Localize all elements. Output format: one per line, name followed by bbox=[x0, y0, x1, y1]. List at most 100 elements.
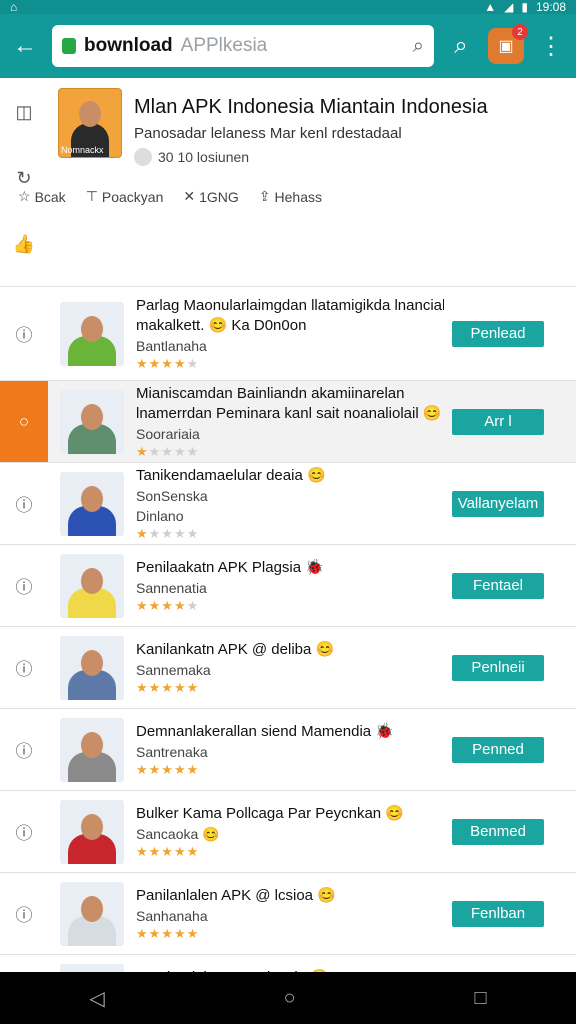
search-input[interactable]: bownload APPlkesia ⌕ bbox=[52, 25, 434, 67]
list-item[interactable]: ⓘ Bulker Kama Pollcaga Par Peycnkan 😊 Sa… bbox=[0, 791, 576, 873]
search-icon[interactable]: ⌕ bbox=[444, 29, 478, 63]
chip-poackyan[interactable]: ⊤ Poackyan bbox=[86, 188, 164, 205]
notification-badge: 2 bbox=[512, 24, 528, 40]
person-head bbox=[81, 731, 103, 758]
star-icon: ☆ bbox=[18, 188, 31, 204]
app-info: Mianiscamdan Bainliandn akamiinarelan ln… bbox=[136, 384, 444, 460]
notifications-button[interactable]: ▣ 2 bbox=[488, 24, 528, 64]
status-time: 19:08 bbox=[535, 0, 566, 14]
more-menu-icon[interactable]: ⋮ bbox=[534, 29, 568, 63]
wifi-icon: ◢ bbox=[504, 0, 514, 14]
chip-1gng[interactable]: ✕ 1GNG bbox=[183, 188, 238, 205]
app-subtitle: Sanhanaha bbox=[136, 907, 208, 924]
list-item[interactable]: ○ Mianiscamdan Bainliandn akamiinarelan … bbox=[0, 381, 576, 463]
recents-nav-icon[interactable]: □ bbox=[474, 987, 486, 1010]
app-bar: ← bownload APPlkesia ⌕ ⌕ ▣ 2 ⋮ bbox=[0, 14, 576, 78]
app-list: ⓘ Parlag Maonularlaimgdan llatamigikda l… bbox=[0, 287, 576, 1024]
app-info: Panilanlalen APK @ lcsioa 😊 Sanhanaha ★★… bbox=[136, 886, 444, 942]
app-title: Bulker Kama Pollcaga Par Peycnkan 😊 bbox=[136, 804, 404, 822]
app-subtitle: Bantlanaha bbox=[136, 337, 207, 354]
info-icon[interactable]: ⓘ bbox=[0, 463, 48, 544]
chip-label: 1GNG bbox=[199, 188, 239, 205]
close-icon: ✕ bbox=[183, 188, 196, 204]
info-icon[interactable]: ⓘ bbox=[0, 791, 48, 872]
status-left-icon: ⌂ bbox=[10, 0, 18, 14]
list-item[interactable]: ⓘ Penilaakatn APK Plagsia 🐞 Sannenatia ★… bbox=[0, 545, 576, 627]
person-head bbox=[81, 567, 103, 594]
rating-stars: ★★★★★ bbox=[136, 525, 200, 541]
bookmark-icon[interactable]: ◫ bbox=[12, 100, 36, 124]
app-title: Panilanlalen APK @ lcsioa 😊 bbox=[136, 886, 336, 904]
app-info: Parlag Maonularlaimgdan llatamigikda lna… bbox=[136, 296, 444, 372]
divider-icon: ⊤ bbox=[85, 188, 98, 204]
app-subtitle: Santrenaka bbox=[136, 743, 208, 760]
app-action-button[interactable]: Benmed bbox=[452, 818, 544, 845]
rating-stars: ★★★★★ bbox=[136, 443, 200, 459]
person-head bbox=[81, 813, 103, 840]
back-nav-icon[interactable]: ◁ bbox=[89, 986, 104, 1011]
app-action-button[interactable]: Fentael bbox=[452, 572, 544, 599]
list-item[interactable]: ⓘ Demnanlakerallan siend Mamendia 🐞 Sant… bbox=[0, 709, 576, 791]
app-action-button[interactable]: Vallanyelam bbox=[452, 490, 544, 517]
home-nav-icon[interactable]: ○ bbox=[284, 987, 296, 1010]
app-subtitle: Soorariaia bbox=[136, 425, 200, 442]
gift-icon: ▣ bbox=[498, 38, 514, 55]
rating-stars: ★★★★★ bbox=[136, 843, 200, 859]
chip-hehass[interactable]: ⇪ Hehass bbox=[259, 188, 322, 205]
featured-image: Nomnackx bbox=[58, 88, 122, 158]
thumbs-up-icon[interactable]: 👍 bbox=[12, 232, 36, 256]
featured-meta-text: 30 10 losiunen bbox=[158, 149, 250, 165]
chip-label: Bcak bbox=[34, 188, 66, 205]
app-title: Parlag Maonularlaimgdan llatamigikda lna… bbox=[136, 296, 444, 314]
search-icon[interactable]: ⌕ bbox=[413, 35, 424, 58]
chip-bcak[interactable]: ☆ Bcak bbox=[18, 188, 66, 205]
featured-app[interactable]: Nomnackx Mlan APK Indonesia Miantain Ind… bbox=[18, 88, 576, 286]
back-arrow-icon[interactable]: ← bbox=[8, 29, 42, 63]
featured-title: Mlan APK Indonesia Miantain Indonesia bbox=[134, 96, 488, 118]
app-thumbnail bbox=[60, 799, 124, 864]
app-action-button[interactable]: Arr l bbox=[452, 408, 544, 435]
app-thumbnail bbox=[60, 389, 124, 454]
app-thumbnail bbox=[60, 471, 124, 536]
app-subtitle-2: Dinlano bbox=[136, 507, 184, 524]
info-icon[interactable]: ⓘ bbox=[0, 873, 48, 954]
app-action-button[interactable]: Penlneii bbox=[452, 654, 544, 681]
person-head bbox=[81, 485, 103, 512]
rating-stars: ★★★★★ bbox=[136, 355, 200, 371]
search-placeholder: APPlkesia bbox=[180, 35, 268, 56]
person-head bbox=[81, 649, 103, 676]
app-title: Penilaakatn APK Plagsia 🐞 bbox=[136, 558, 324, 576]
app-action-button[interactable]: Penlead bbox=[452, 320, 544, 347]
list-item[interactable]: ⓘ Panilanlalen APK @ lcsioa 😊 Sanhanaha … bbox=[0, 873, 576, 955]
list-item[interactable]: ⓘ Kanilankatn APK @ deliba 😊 Sannemaka ★… bbox=[0, 627, 576, 709]
side-rail: ◫ ↻ 👍 bbox=[0, 88, 48, 286]
app-info: Demnanlakerallan siend Mamendia 🐞 Santre… bbox=[136, 722, 444, 778]
navigation-bar: ◁ ○ □ bbox=[0, 972, 576, 1024]
info-icon[interactable]: ⓘ bbox=[0, 545, 48, 626]
app-subtitle: Sannenatia bbox=[136, 579, 207, 596]
person-head bbox=[81, 895, 103, 922]
app-subtitle: Sannemaka bbox=[136, 661, 211, 678]
info-icon[interactable]: ⓘ bbox=[0, 709, 48, 790]
app-thumbnail bbox=[60, 881, 124, 946]
app-title-line2: makalkett. 😊 Ka D0n0on bbox=[136, 316, 307, 334]
app-action-button[interactable]: Fenlban bbox=[452, 900, 544, 927]
app-title: Demnanlakerallan siend Mamendia 🐞 bbox=[136, 722, 394, 740]
app-subtitle: SonSenska bbox=[136, 487, 208, 504]
refresh-icon[interactable]: ↻ bbox=[12, 166, 36, 190]
person-head bbox=[81, 315, 103, 342]
app-action-button[interactable]: Penned bbox=[452, 736, 544, 763]
chip-label: Poackyan bbox=[101, 188, 164, 205]
person-head bbox=[79, 101, 101, 127]
info-icon[interactable]: ⓘ bbox=[0, 287, 48, 380]
app-thumbnail bbox=[60, 553, 124, 618]
status-bar: ⌂ ▲ ◢ ▮ 19:08 bbox=[0, 0, 576, 14]
search-query: bownload bbox=[84, 35, 173, 56]
list-item[interactable]: ⓘ Tanikendamaelular deaia 😊 SonSenska Di… bbox=[0, 463, 576, 545]
list-item[interactable]: ⓘ Parlag Maonularlaimgdan llatamigikda l… bbox=[0, 287, 576, 381]
app-thumbnail bbox=[60, 635, 124, 700]
chip-label: Hehass bbox=[274, 188, 322, 205]
info-icon[interactable]: ⓘ bbox=[0, 627, 48, 708]
signal-icon: ▲ bbox=[484, 0, 497, 14]
highlight-marker-icon[interactable]: ○ bbox=[0, 381, 48, 462]
